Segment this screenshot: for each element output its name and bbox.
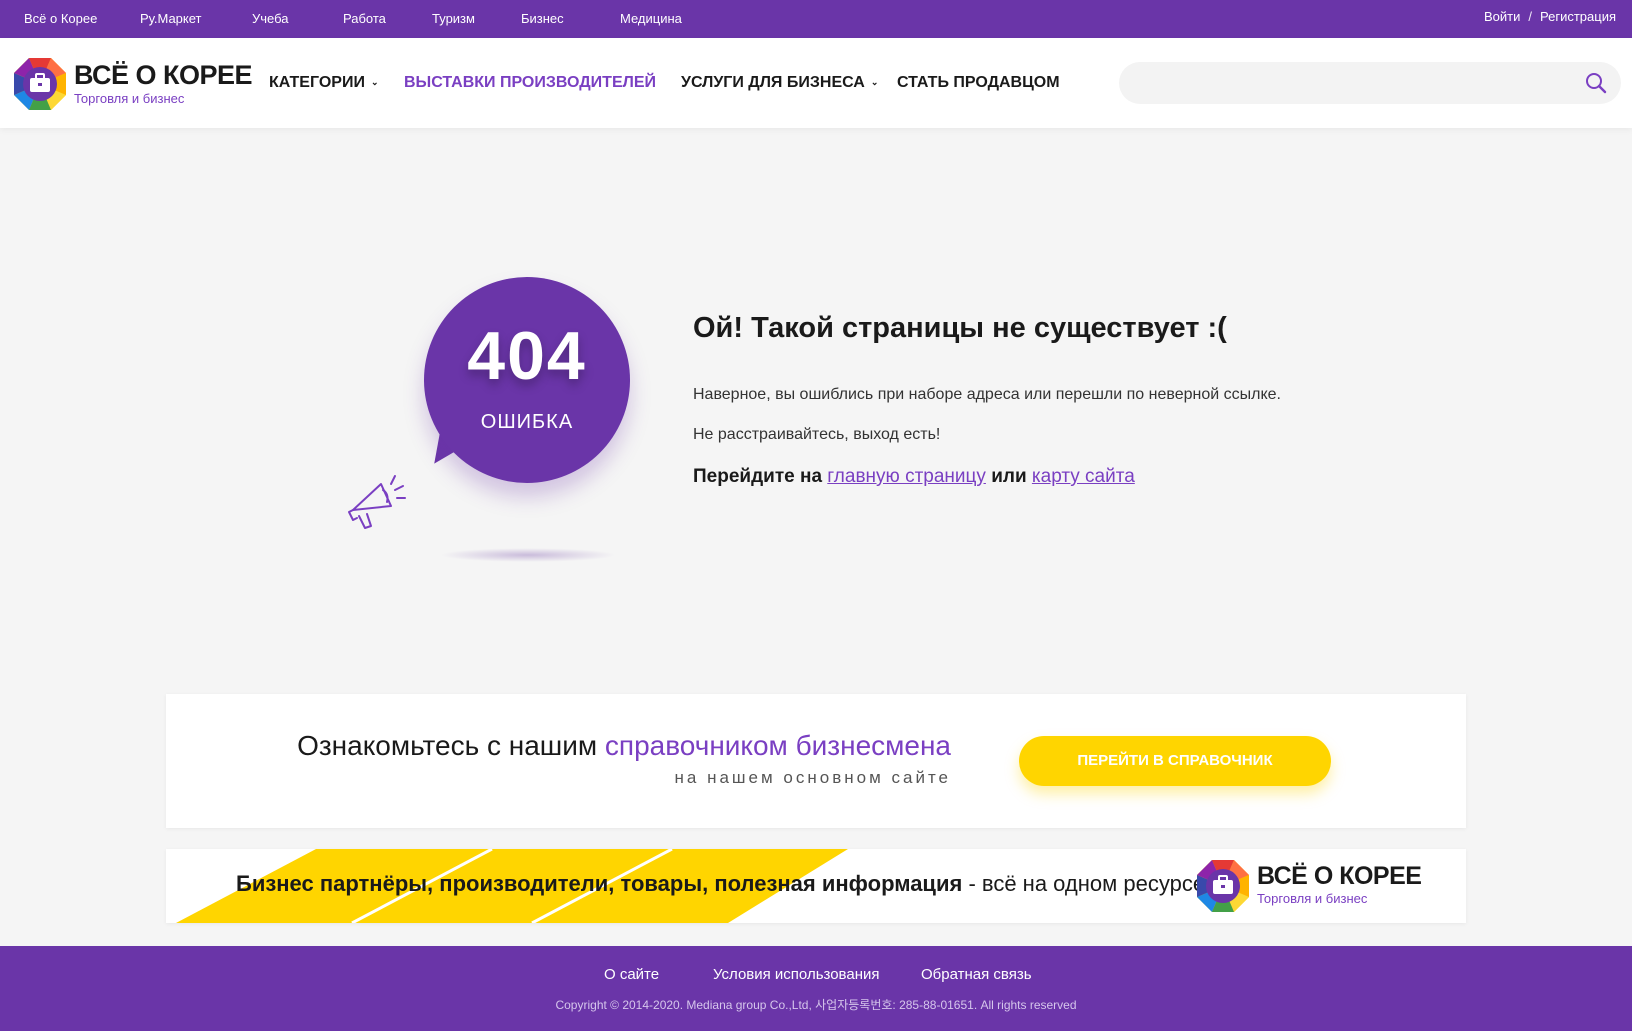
footer-link-terms[interactable]: Условия использования	[713, 966, 880, 983]
promo-heading-prefix: Ознакомьтесь с нашим	[297, 730, 598, 761]
banner-logo-subtitle: Торговля и бизнес	[1257, 891, 1368, 906]
error-navigation: Перейдите на главную страницу или карту …	[693, 466, 1135, 488]
banner-text-rest: - всё на одном ресурсе	[968, 871, 1206, 896]
top-nav-link-study[interactable]: Учеба	[252, 11, 289, 26]
nav-categories[interactable]: КАТЕГОРИИ ⌄	[269, 74, 379, 92]
chevron-down-icon: ⌄	[370, 77, 379, 87]
nav-categories-label: КАТЕГОРИИ	[269, 74, 365, 91]
top-nav-link-all-korea[interactable]: Всё о Корее	[24, 11, 97, 26]
directory-promo-card: Ознакомьтесь с нашим справочником бизнес…	[166, 694, 1466, 828]
promo-heading: Ознакомьтесь с нашим справочником бизнес…	[297, 730, 951, 762]
home-page-link[interactable]: главную страницу	[827, 466, 986, 487]
error-reassurance: Не расстраивайтесь, выход есть!	[693, 426, 941, 443]
logo-title: ВСЁ О КОРЕЕ	[74, 60, 253, 90]
copyright: Copyright © 2014-2020. Mediana group Co.…	[555, 998, 1077, 1012]
banner-logo-title: ВСЁ О КОРЕЕ	[1257, 862, 1422, 890]
site-logo[interactable]: ВСЁ О КОРЕЕ Торговля и бизнес	[14, 58, 253, 110]
auth-links: Войти / Регистрация	[1484, 9, 1616, 24]
promo-heading-accent: справочником бизнесмена	[604, 730, 951, 761]
bubble-shadow	[440, 548, 616, 562]
promo-subheading: на нашем основном сайте	[674, 768, 951, 787]
error-title: Ой! Такой страницы не существует :(	[693, 312, 1227, 344]
nav-services-label: УСЛУГИ ДЛЯ БИЗНЕСА	[681, 74, 865, 91]
banner-logo: ВСЁ О КОРЕЕ Торговля и бизнес	[1197, 860, 1422, 912]
top-bar: Всё о Корее Ру.Маркет Учеба Работа Туриз…	[0, 0, 1632, 38]
register-link[interactable]: Регистрация	[1540, 9, 1616, 24]
logo-octagon-icon	[1197, 860, 1249, 912]
top-nav-link-business[interactable]: Бизнес	[521, 11, 564, 26]
nav-become-seller[interactable]: СТАТЬ ПРОДАВЦОМ	[897, 74, 1060, 92]
footer-link-feedback[interactable]: Обратная связь	[921, 966, 1032, 983]
error-code: 404	[467, 318, 587, 394]
top-nav-link-tourism[interactable]: Туризм	[432, 11, 475, 26]
top-nav-link-work[interactable]: Работа	[343, 11, 386, 26]
logo-subtitle: Торговля и бизнес	[74, 91, 185, 106]
go-to-directory-button[interactable]: ПЕРЕЙТИ В СПРАВОЧНИК	[1019, 736, 1331, 786]
auth-separator: /	[1528, 9, 1532, 24]
sitemap-link[interactable]: карту сайта	[1032, 466, 1135, 487]
top-nav-link-rumarket[interactable]: Ру.Маркет	[140, 11, 202, 26]
nav-business-services[interactable]: УСЛУГИ ДЛЯ БИЗНЕСА ⌄	[681, 74, 878, 92]
logo-octagon-icon	[14, 58, 66, 110]
banner-text-bold: Бизнес партнёры, производители, товары, …	[236, 871, 963, 896]
login-link[interactable]: Войти	[1484, 9, 1520, 24]
site-header: ВСЁ О КОРЕЕ Торговля и бизнес КАТЕГОРИИ ⌄…	[0, 38, 1632, 128]
go-or: или	[991, 466, 1027, 487]
error-bubble: 404 ОШИБКА	[424, 277, 630, 483]
chevron-down-icon: ⌄	[870, 77, 879, 87]
footer-link-about[interactable]: О сайте	[604, 966, 659, 983]
site-footer: О сайте Условия использования Обратная с…	[0, 946, 1632, 1031]
go-prefix: Перейдите на	[693, 466, 823, 487]
info-banner[interactable]: Бизнес партнёры, производители, товары, …	[166, 849, 1466, 923]
search-box	[1119, 62, 1621, 104]
top-nav-link-medicine[interactable]: Медицина	[620, 11, 682, 26]
banner-text: Бизнес партнёры, производители, товары, …	[236, 871, 1205, 897]
error-label: ОШИБКА	[480, 411, 574, 433]
megaphone-icon	[348, 475, 406, 529]
search-icon[interactable]	[1585, 72, 1607, 94]
nav-exhibitions[interactable]: ВЫСТАВКИ ПРОИЗВОДИТЕЛЕЙ	[404, 74, 656, 92]
error-description: Наверное, вы ошиблись при наборе адреса …	[693, 386, 1281, 403]
search-input[interactable]	[1139, 72, 1559, 94]
